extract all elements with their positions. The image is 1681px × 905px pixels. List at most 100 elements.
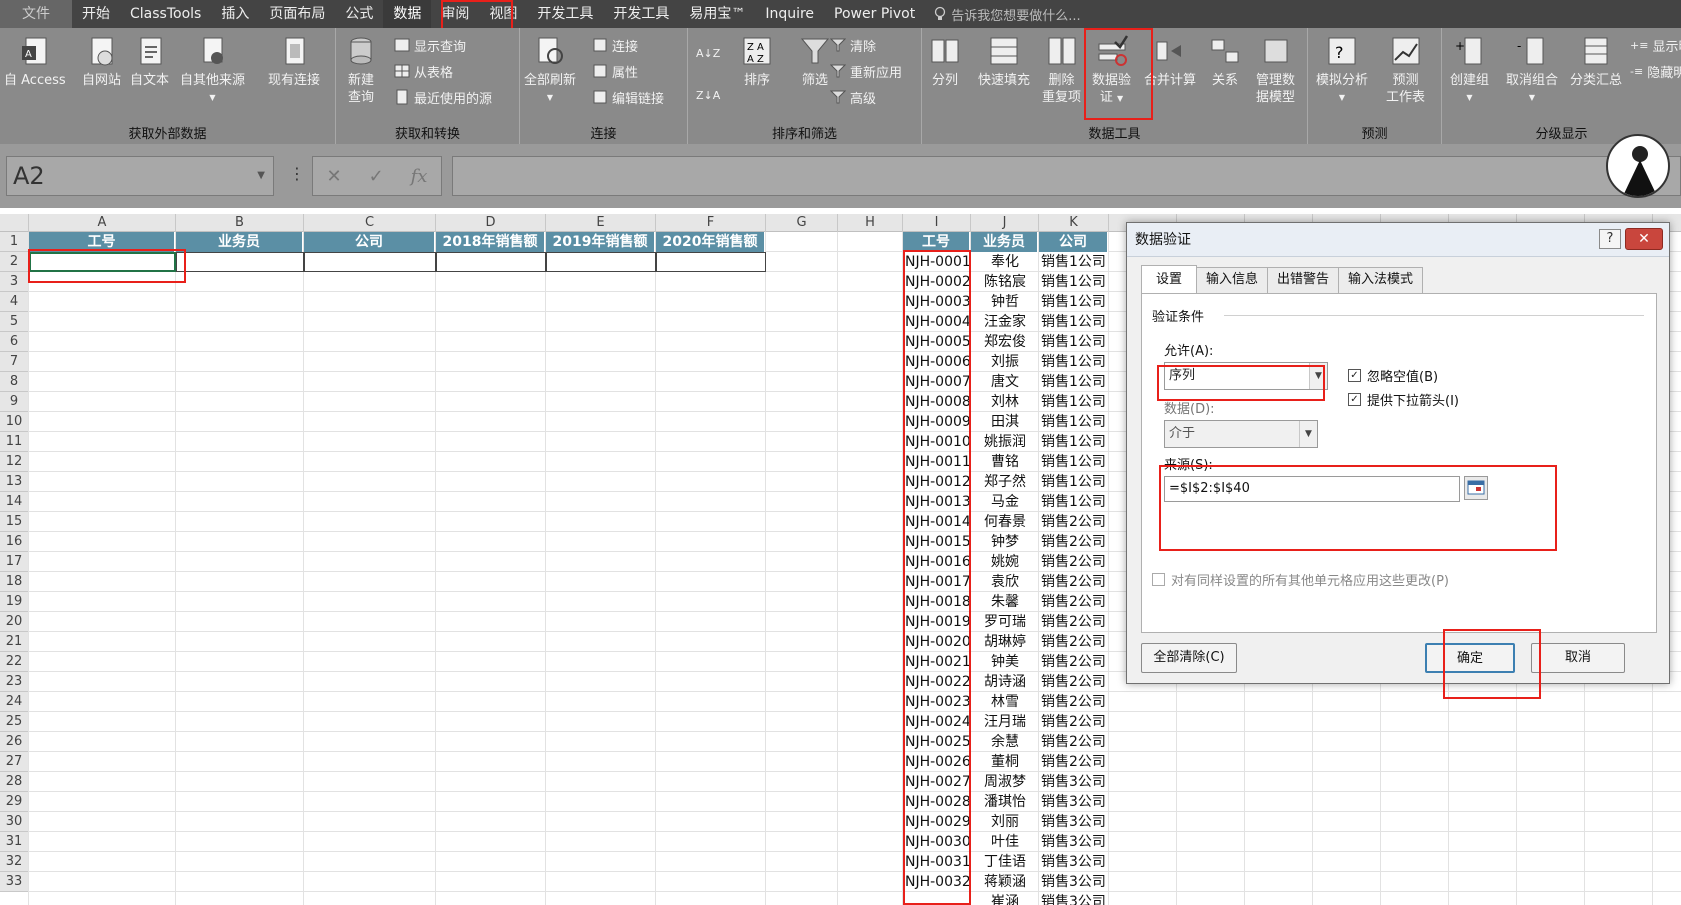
row-header-3[interactable]: 3: [0, 272, 29, 292]
row-header-17[interactable]: 17: [0, 552, 29, 572]
header-cell-e[interactable]: 2019年销售额: [546, 232, 655, 252]
row-header-29[interactable]: 29: [0, 792, 29, 812]
subtotal-button[interactable]: 分类汇总: [1570, 34, 1622, 89]
column-header-i[interactable]: I: [903, 214, 971, 232]
advanced-filter-button[interactable]: 高级: [830, 86, 876, 108]
header-cell-j[interactable]: 业务员: [971, 232, 1038, 252]
company-cell[interactable]: 销售1公司: [1039, 312, 1109, 332]
row-header-5[interactable]: 5: [0, 312, 29, 332]
relationships-button[interactable]: 关系: [1208, 34, 1242, 89]
name-cell[interactable]: 郑子然: [971, 472, 1039, 492]
column-header-j[interactable]: J: [971, 214, 1039, 232]
tab-yiyongbao[interactable]: 易用宝™: [679, 0, 755, 28]
row-header-32[interactable]: 32: [0, 852, 29, 872]
row-header-30[interactable]: 30: [0, 812, 29, 832]
input-cell-f2[interactable]: [656, 252, 766, 272]
hide-detail-button[interactable]: -≡ 隐藏明: [1630, 60, 1681, 82]
company-cell[interactable]: 销售1公司: [1039, 452, 1109, 472]
name-cell[interactable]: 董桐: [971, 752, 1039, 772]
sort-descending-button[interactable]: Z↓A: [696, 84, 720, 106]
sort-ascending-button[interactable]: A↓Z: [696, 42, 720, 64]
company-cell[interactable]: 销售1公司: [1039, 372, 1109, 392]
company-cell[interactable]: 销售1公司: [1039, 352, 1109, 372]
column-header-d[interactable]: D: [436, 214, 546, 232]
row-header-19[interactable]: 19: [0, 592, 29, 612]
name-cell[interactable]: 姚振润: [971, 432, 1039, 452]
company-cell[interactable]: 销售1公司: [1039, 332, 1109, 352]
name-cell[interactable]: 蒋颖涵: [971, 872, 1039, 892]
name-cell[interactable]: 潘琪怡: [971, 792, 1039, 812]
tab-formulas[interactable]: 公式: [335, 0, 383, 28]
row-header-8[interactable]: 8: [0, 372, 29, 392]
name-cell[interactable]: 郑宏俊: [971, 332, 1039, 352]
dropdown-arrow-checkbox[interactable]: ✓ 提供下拉箭头(I): [1348, 390, 1459, 409]
forecast-sheet-button[interactable]: 预测 工作表: [1386, 34, 1425, 106]
input-cell-b2[interactable]: [176, 252, 304, 272]
company-cell[interactable]: 销售2公司: [1039, 732, 1109, 752]
name-cell[interactable]: 钟哲: [971, 292, 1039, 312]
name-cell[interactable]: 罗可瑞: [971, 612, 1039, 632]
company-cell[interactable]: 销售1公司: [1039, 252, 1109, 272]
recent-sources-button[interactable]: 最近使用的源: [394, 86, 492, 108]
header-cell-i[interactable]: 工号: [903, 232, 970, 252]
existing-connections-button[interactable]: 现有连接: [268, 34, 320, 89]
tab-file[interactable]: 文件: [0, 0, 72, 28]
column-header-b[interactable]: B: [176, 214, 304, 232]
new-query-button[interactable]: 新建 查询: [344, 34, 378, 106]
name-cell[interactable]: 袁欣: [971, 572, 1039, 592]
name-cell[interactable]: 林雪: [971, 692, 1039, 712]
company-cell[interactable]: 销售1公司: [1039, 292, 1109, 312]
row-header-24[interactable]: 24: [0, 692, 29, 712]
name-cell[interactable]: 余慧: [971, 732, 1039, 752]
company-cell[interactable]: 销售1公司: [1039, 472, 1109, 492]
tab-input-message[interactable]: 输入信息: [1196, 267, 1269, 293]
edit-links-button[interactable]: 编辑链接: [592, 86, 664, 108]
name-cell[interactable]: 叶佳: [971, 832, 1039, 852]
company-cell[interactable]: 销售1公司: [1039, 392, 1109, 412]
company-cell[interactable]: 销售3公司: [1039, 892, 1109, 905]
reapply-button[interactable]: 重新应用: [830, 60, 902, 82]
name-cell[interactable]: 胡诗涵: [971, 672, 1039, 692]
row-header-1[interactable]: 1: [0, 232, 29, 252]
column-header-e[interactable]: E: [546, 214, 656, 232]
company-cell[interactable]: 销售3公司: [1039, 872, 1109, 892]
tab-page-layout[interactable]: 页面布局: [259, 0, 335, 28]
tab-home[interactable]: 开始: [72, 0, 120, 28]
row-header-28[interactable]: 28: [0, 772, 29, 792]
row-header-21[interactable]: 21: [0, 632, 29, 652]
row-header-2[interactable]: 2: [0, 252, 29, 272]
row-header-13[interactable]: 13: [0, 472, 29, 492]
help-button[interactable]: ?: [1599, 229, 1621, 249]
from-table-button[interactable]: 从表格: [394, 60, 453, 82]
company-cell[interactable]: 销售2公司: [1039, 652, 1109, 672]
company-cell[interactable]: 销售2公司: [1039, 572, 1109, 592]
header-cell-b[interactable]: 业务员: [176, 232, 303, 252]
flash-fill-button[interactable]: 快速填充: [978, 34, 1030, 89]
row-header-20[interactable]: 20: [0, 612, 29, 632]
row-header-4[interactable]: 4: [0, 292, 29, 312]
column-header-g[interactable]: G: [766, 214, 838, 232]
row-header-33[interactable]: 33: [0, 872, 29, 892]
name-cell[interactable]: 汪月瑞: [971, 712, 1039, 732]
tab-developer[interactable]: 开发工具: [527, 0, 603, 28]
name-cell[interactable]: 姚婉: [971, 552, 1039, 572]
apply-all-checkbox[interactable]: 对有同样设置的所有其他单元格应用这些更改(P): [1152, 570, 1449, 589]
header-cell-k[interactable]: 公司: [1039, 232, 1108, 252]
from-access-button[interactable]: A 自 Access: [4, 34, 66, 89]
clear-all-button[interactable]: 全部清除(C): [1141, 643, 1237, 673]
remove-duplicates-button[interactable]: 删除 重复项: [1042, 34, 1081, 106]
column-header-f[interactable]: F: [656, 214, 766, 232]
chevron-down-icon[interactable]: ▼: [257, 157, 265, 195]
name-cell[interactable]: 马金: [971, 492, 1039, 512]
company-cell[interactable]: 销售2公司: [1039, 592, 1109, 612]
tab-data[interactable]: 数据: [383, 0, 432, 28]
refresh-all-button[interactable]: 全部刷新 ▼: [524, 34, 576, 106]
sort-button[interactable]: Z AA Z 排序: [740, 34, 774, 89]
data-select[interactable]: 介于 ▼: [1164, 420, 1318, 448]
company-cell[interactable]: 销售2公司: [1039, 532, 1109, 552]
input-cell-e2[interactable]: [546, 252, 656, 272]
company-cell[interactable]: 销售2公司: [1039, 612, 1109, 632]
tab-developer-2[interactable]: 开发工具: [603, 0, 679, 28]
row-header-14[interactable]: 14: [0, 492, 29, 512]
company-cell[interactable]: 销售3公司: [1039, 792, 1109, 812]
